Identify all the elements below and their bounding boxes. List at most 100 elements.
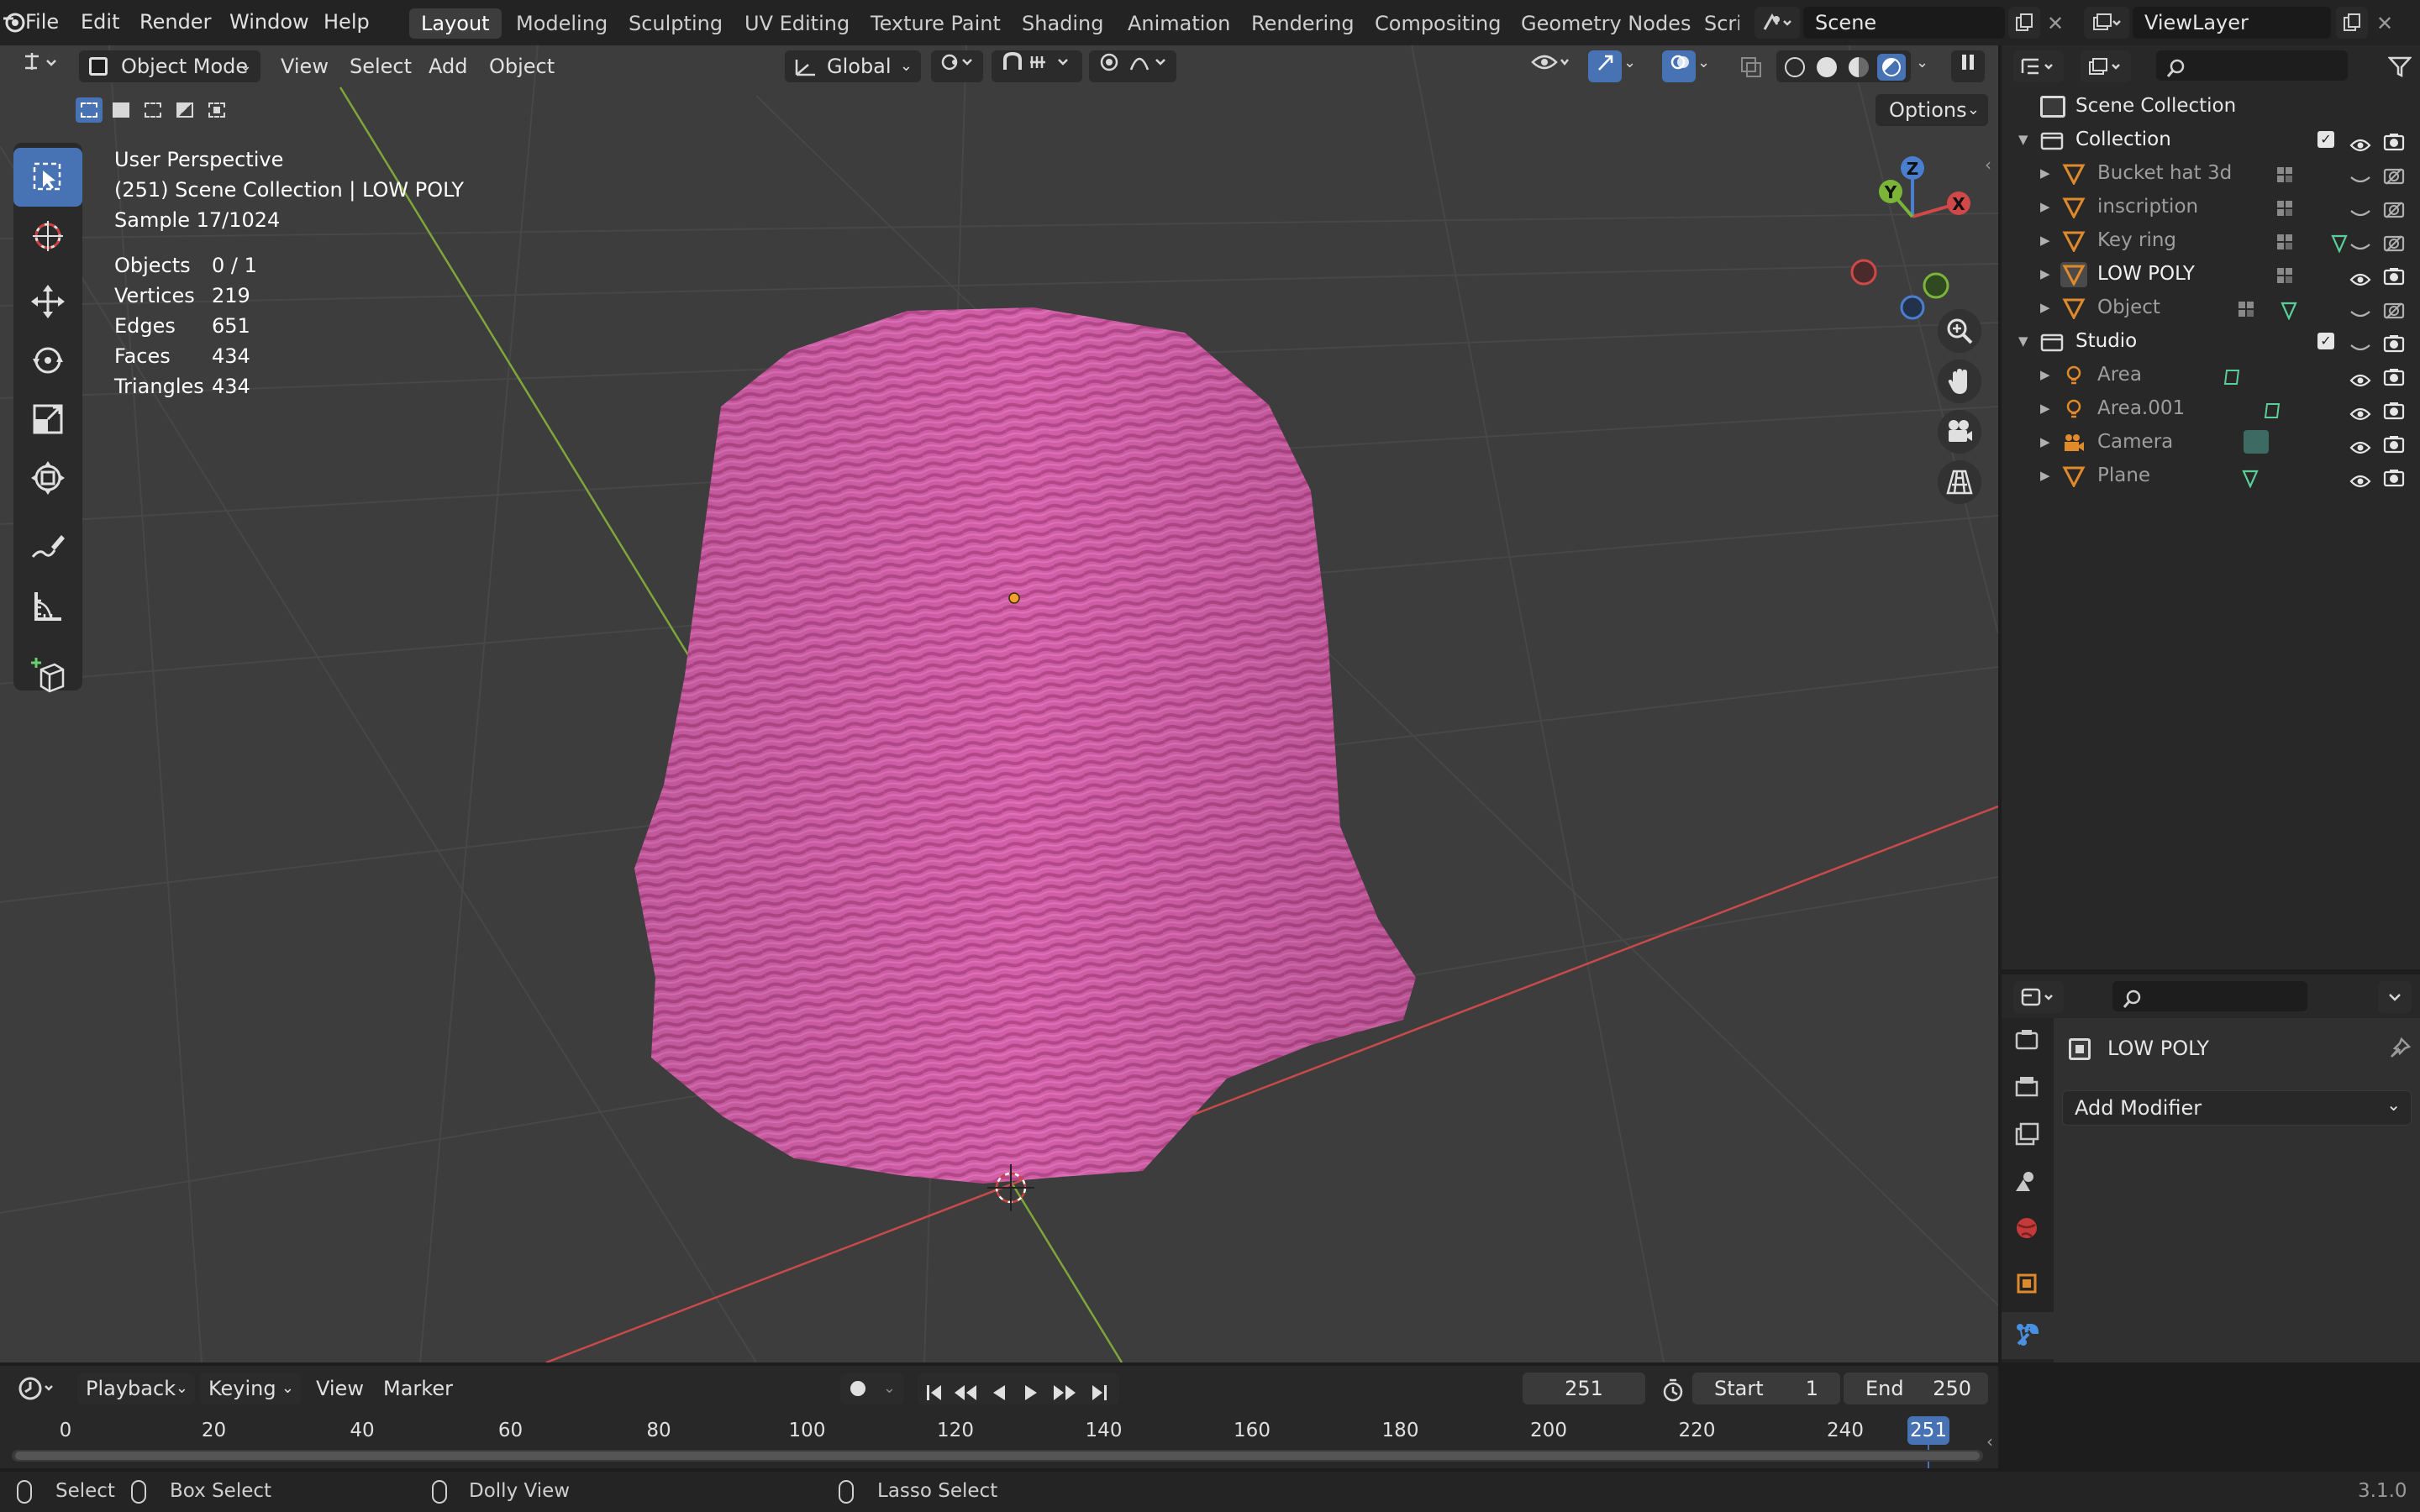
tab-layout[interactable]: Layout [409, 8, 502, 39]
wireframe-shading-icon[interactable] [1785, 57, 1805, 77]
visibility-eye-icon[interactable] [1523, 50, 1578, 82]
outliner-row-inscription[interactable]: ▶ inscription [2002, 190, 2420, 223]
transform-orientation-dropdown[interactable]: Global ⌄ [785, 50, 921, 82]
overlays-toggle-icon[interactable] [1662, 50, 1696, 82]
proportional-editing-icon[interactable] [1089, 50, 1176, 82]
outliner-row-scene-collection[interactable]: Scene Collection [2002, 89, 2420, 123]
disclosure-arrow-icon[interactable]: ▶ [2040, 425, 2050, 459]
object-properties-icon[interactable] [2013, 1270, 2040, 1300]
move-tool-icon[interactable] [13, 272, 82, 331]
select-new-icon[interactable] [76, 97, 103, 123]
chevron-down-icon[interactable]: ⌄ [1916, 54, 1928, 71]
editor-type-icon[interactable] [13, 50, 69, 82]
outliner-row-key-ring[interactable]: ▶ Key ring [2002, 223, 2420, 257]
3d-viewport[interactable]: Object Mode ⌄ View Select Add Object Glo… [0, 45, 1998, 1362]
measure-tool-icon[interactable] [13, 576, 82, 635]
tab-uv-editing[interactable]: UV Editing [733, 8, 861, 39]
outliner-row-bucket-hat-3d-prir[interactable]: ▶ Bucket hat 3d prir [2002, 156, 2420, 190]
tab-shading[interactable]: Shading [1010, 8, 1116, 39]
menu-add[interactable]: Add [420, 50, 476, 82]
disclosure-arrow-icon[interactable]: ▶ [2040, 190, 2050, 223]
solid-shading-icon[interactable] [1817, 57, 1837, 77]
scene-properties-icon[interactable] [2013, 1168, 2040, 1198]
outliner-row-low-poly[interactable]: ▶ LOW POLY [2002, 257, 2420, 291]
expand-arrow-icon[interactable]: ▼ [2018, 324, 2028, 358]
select-subtract-icon[interactable] [139, 97, 166, 123]
sidebar-toggle-icon[interactable]: ‹ [1986, 1431, 1993, 1452]
zoom-icon[interactable] [1938, 309, 1981, 353]
render-properties-icon[interactable] [2013, 1026, 2040, 1057]
delete-scene-icon[interactable]: ✕ [2047, 12, 2064, 35]
disclosure-arrow-icon[interactable]: ▶ [2040, 459, 2050, 492]
view-layer-properties-icon[interactable] [2013, 1121, 2040, 1151]
timeline-scrollbar[interactable] [12, 1450, 1983, 1462]
neg-y-axis-handle[interactable] [1923, 272, 1949, 299]
tab-compositing[interactable]: Compositing [1363, 8, 1512, 39]
tab-scripting[interactable]: Scri [1692, 8, 1739, 39]
menu-view[interactable]: View [272, 50, 337, 82]
rendered-shading-icon[interactable] [1877, 54, 1906, 81]
delete-view-layer-icon[interactable]: ✕ [2376, 12, 2393, 35]
view-layer-selector-button[interactable] [2084, 7, 2129, 39]
eye-icon[interactable] [2349, 467, 2371, 501]
outliner-row-plane[interactable]: ▶ Plane [2002, 459, 2420, 492]
tab-sculpting[interactable]: Sculpting [617, 8, 734, 39]
particles-properties-icon[interactable] [2013, 1320, 2040, 1351]
bucket-hat-mesh[interactable] [634, 307, 1416, 1184]
menu-object[interactable]: Object [481, 50, 563, 82]
navigation-gizmo[interactable]: Z X Y [1845, 150, 1988, 326]
new-view-layer-icon[interactable] [2336, 7, 2368, 39]
disclosure-arrow-icon[interactable]: ▶ [2040, 391, 2050, 425]
annotate-tool-icon[interactable] [13, 517, 82, 576]
transform-tool-icon[interactable] [13, 449, 82, 507]
tab-rendering[interactable]: Rendering [1239, 8, 1366, 39]
neg-z-axis-handle[interactable] [1900, 295, 1925, 320]
tab-modeling[interactable]: Modeling [504, 8, 619, 39]
material-shading-icon[interactable] [1849, 57, 1869, 77]
outliner-row-collection[interactable]: ▼ Collection ✓ [2002, 123, 2420, 156]
select-box-tool-icon[interactable] [13, 148, 82, 207]
tab-geometry-nodes[interactable]: Geometry Nodes [1509, 8, 1702, 39]
cursor-tool-icon[interactable] [13, 207, 82, 265]
add-cube-tool-icon[interactable] [13, 645, 82, 704]
properties-search-input[interactable] [2112, 981, 2307, 1011]
select-invert-icon[interactable] [171, 97, 198, 123]
render-camera-icon[interactable] [2383, 465, 2405, 499]
perspective-toggle-icon[interactable] [1938, 460, 1981, 504]
outliner-editor-type-icon[interactable] [2013, 50, 2064, 82]
pan-hand-icon[interactable] [1938, 360, 1981, 403]
exclude-checkbox[interactable]: ✓ [2317, 333, 2334, 349]
select-intersect-icon[interactable] [203, 97, 230, 123]
outliner-search-input[interactable] [2156, 50, 2348, 81]
view-layer-name-field[interactable]: ViewLayer [2133, 7, 2331, 39]
outliner-row-camera[interactable]: ▶ Camera [2002, 425, 2420, 459]
exclude-checkbox[interactable]: ✓ [2317, 131, 2334, 148]
menu-window[interactable]: Window [229, 8, 309, 35]
menu-file[interactable]: File [25, 8, 59, 35]
select-extend-icon[interactable] [108, 97, 134, 123]
disclosure-arrow-icon[interactable]: ▶ [2040, 156, 2050, 190]
tab-texture-paint[interactable]: Texture Paint [859, 8, 1013, 39]
disclosure-arrow-icon[interactable]: ▶ [2040, 291, 2050, 324]
pivot-point-icon[interactable] [931, 50, 983, 82]
outliner-row-area[interactable]: ▶ Area [2002, 358, 2420, 391]
disclosure-arrow-icon[interactable]: ▶ [2040, 223, 2050, 257]
outliner-row-studio[interactable]: ▼ Studio ✓ [2002, 324, 2420, 358]
filter-icon[interactable] [2387, 55, 2412, 81]
menu-edit[interactable]: Edit [81, 8, 119, 35]
expand-arrow-icon[interactable]: ▼ [2018, 123, 2028, 156]
tab-animation[interactable]: Animation [1116, 8, 1242, 39]
menu-select[interactable]: Select [341, 50, 420, 82]
blender-logo-icon[interactable] [2, 10, 27, 35]
disclosure-arrow-icon[interactable]: ▶ [2040, 358, 2050, 391]
disclosure-arrow-icon[interactable]: ▶ [2040, 257, 2050, 291]
xray-toggle-icon[interactable] [1739, 55, 1763, 81]
snap-icon[interactable] [992, 50, 1082, 82]
gizmo-toggle-icon[interactable] [1588, 50, 1622, 82]
add-modifier-dropdown[interactable]: Add Modifier ⌄ [2062, 1090, 2412, 1126]
new-scene-icon[interactable] [2008, 7, 2040, 39]
sidebar-toggle-icon[interactable]: ‹ [1985, 155, 1991, 175]
pause-render-icon[interactable] [1951, 50, 1985, 82]
chevron-down-icon[interactable]: ⌄ [1697, 54, 1710, 71]
outliner-row-object[interactable]: ▶ Object [2002, 291, 2420, 324]
